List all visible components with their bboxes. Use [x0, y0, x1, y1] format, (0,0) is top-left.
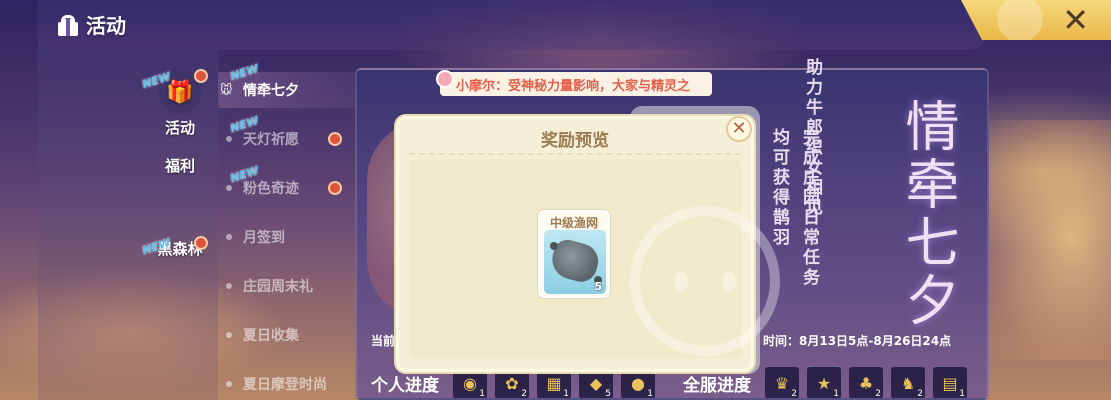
- bullet-icon: [226, 332, 232, 338]
- reward-slot[interactable]: ▤ 1: [933, 367, 967, 398]
- bullet-icon: [226, 381, 232, 387]
- event-title: 情牵七夕: [896, 98, 959, 330]
- sub-item-label: 情牵七夕: [243, 83, 299, 99]
- notification-dot: [328, 132, 342, 146]
- category-label: 福利: [164, 157, 195, 175]
- mascot-face-icon: [997, 0, 1043, 40]
- divider: [409, 153, 741, 155]
- reward-item-card[interactable]: 中级渔网 5: [538, 210, 610, 298]
- event-desc-col1: 助力牛郎织女相见: [802, 58, 822, 218]
- close-panel-button[interactable]: ✕: [961, 0, 1111, 40]
- sub-item-label: 天灯祈愿: [243, 132, 299, 148]
- top-bar: [38, 0, 988, 50]
- sub-menu: 🐭 情牵七夕 天灯祈愿 粉色奇迹 月签到 庄园周末礼 夏日收集 夏日摩登时尚: [218, 66, 358, 400]
- sub-item-summer-collect[interactable]: 夏日收集: [218, 317, 358, 353]
- reward-slot[interactable]: ♛ 2: [765, 367, 799, 398]
- server-progress-label: 全服进度: [683, 375, 751, 396]
- dialog-title: 奖励预览: [541, 131, 609, 151]
- notification-dot: [328, 181, 342, 195]
- reward-item-name: 中级渔网: [549, 216, 598, 230]
- bullet-icon: [226, 234, 232, 240]
- sub-item-label: 夏日摩登时尚: [243, 377, 327, 393]
- category-label: 活动: [164, 119, 195, 137]
- bullet-icon: [226, 283, 232, 289]
- bullet-icon: [226, 185, 232, 191]
- category-welfare[interactable]: ● 福利: [140, 155, 539, 297]
- sub-item-summer-fashion[interactable]: 夏日摩登时尚: [218, 366, 358, 400]
- reward-slot[interactable]: ★ 1: [807, 367, 841, 398]
- reward-slot[interactable]: ♣ 2: [849, 367, 883, 398]
- event-desc-col2: 均可获得鹊羽: [769, 128, 789, 248]
- news-ticker: 小摩尔：受神秘力量影响，大家与精灵之: [440, 72, 712, 96]
- dialog-close-button[interactable]: ✕: [726, 116, 752, 142]
- event-time: 时间：8月13日5点-8月26日24点: [763, 334, 952, 348]
- mascot-watermark-icon: [630, 206, 780, 356]
- sub-item-label: 夏日收集: [243, 328, 299, 344]
- mascot-icon: [436, 70, 454, 88]
- gift-icon: [56, 13, 80, 37]
- fishing-net-icon: 5: [544, 230, 606, 294]
- cloud-decoration: [981, 120, 1111, 360]
- close-icon: ✕: [731, 118, 747, 139]
- reward-item-count: 5: [594, 280, 602, 293]
- notification-dot: [194, 236, 208, 250]
- sub-item-label: 粉色奇迹: [243, 181, 299, 197]
- personal-progress-label: 个人进度: [371, 375, 439, 396]
- page-title-label: 活动: [86, 14, 126, 38]
- sub-item-label: 庄园周末礼: [243, 279, 313, 295]
- mouse-icon: 🐭: [220, 83, 233, 97]
- reward-slot[interactable]: ♞ 2: [891, 367, 925, 398]
- notification-dot: [194, 69, 208, 83]
- close-icon: ✕: [1062, 1, 1089, 39]
- sub-item-weekend-gift[interactable]: 庄园周末礼: [218, 268, 358, 304]
- sub-item-monthly-signin[interactable]: 月签到: [218, 219, 358, 255]
- page-title: 活动: [56, 10, 126, 39]
- current-label: 当前: [371, 334, 396, 348]
- sub-item-label: 月签到: [243, 230, 285, 246]
- ticker-text: 小摩尔：受神秘力量影响，大家与精灵之: [456, 78, 691, 94]
- bullet-icon: [226, 136, 232, 142]
